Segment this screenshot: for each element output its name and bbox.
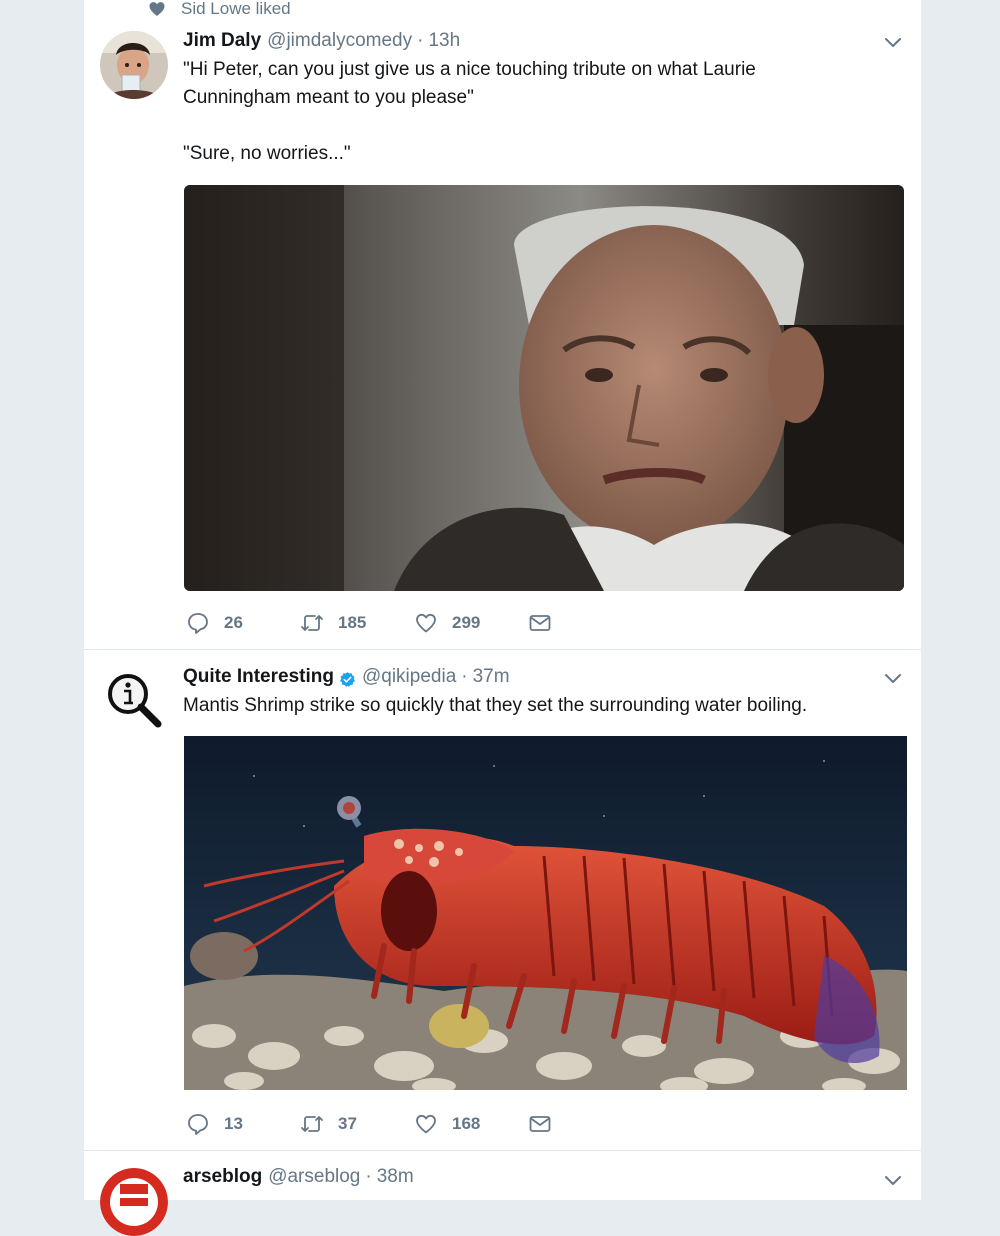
- reply-button[interactable]: 26: [186, 610, 243, 636]
- retweet-button[interactable]: 185: [300, 610, 366, 636]
- social-context-text: Sid Lowe liked: [181, 0, 291, 18]
- magnifier-logo-icon: [100, 666, 168, 734]
- arseblog-logo-icon: [100, 1168, 168, 1236]
- social-context: Sid Lowe liked: [148, 0, 291, 21]
- author-handle[interactable]: @qikipedia: [362, 666, 456, 688]
- heart-icon: [149, 2, 165, 17]
- heart-icon: [416, 613, 436, 633]
- tweet-header: Quite Interesting @qikipedia · 37m: [183, 666, 901, 692]
- divider: [84, 649, 921, 650]
- reply-count: 13: [224, 1114, 243, 1133]
- tweet-text-line: "Sure, no worries...": [183, 143, 351, 164]
- video-still-icon: [184, 185, 904, 591]
- direct-message-button[interactable]: [528, 610, 566, 636]
- reply-count: 26: [224, 613, 243, 632]
- author-name[interactable]: Quite Interesting: [183, 666, 334, 688]
- author-name[interactable]: Jim Daly: [183, 30, 261, 52]
- envelope-icon: [529, 1116, 551, 1132]
- author-handle[interactable]: @jimdalycomedy: [267, 30, 412, 52]
- heart-icon: [416, 1114, 436, 1134]
- separator: ·: [461, 666, 468, 687]
- reply-icon: [188, 613, 208, 634]
- divider: [84, 1150, 921, 1151]
- tweet-text-line: Cunningham meant to you please": [183, 87, 474, 108]
- separator: ·: [417, 30, 424, 51]
- avatar[interactable]: [100, 31, 168, 99]
- retweet-count: 37: [338, 1114, 357, 1133]
- timestamp[interactable]: 37m: [473, 666, 510, 688]
- direct-message-button[interactable]: [528, 1111, 566, 1137]
- retweet-icon: [301, 615, 323, 631]
- separator: ·: [365, 1166, 372, 1187]
- mantis-shrimp-photo-icon: [184, 736, 907, 1090]
- like-count: 168: [452, 1114, 481, 1133]
- tweet-text: "Hi Peter, can you just give us a nice t…: [183, 56, 883, 168]
- tweet-text: Mantis Shrimp strike so quickly that the…: [183, 692, 903, 720]
- chevron-down-icon[interactable]: [883, 1170, 903, 1190]
- chevron-down-icon[interactable]: [883, 32, 903, 52]
- tweet-text-line: "Hi Peter, can you just give us a nice t…: [183, 59, 756, 80]
- reply-button[interactable]: 13: [186, 1111, 243, 1137]
- like-count: 299: [452, 613, 481, 632]
- timestamp[interactable]: 38m: [377, 1166, 414, 1188]
- verified-badge-icon: [340, 671, 355, 687]
- avatar[interactable]: [100, 1168, 168, 1236]
- author-handle[interactable]: @arseblog: [268, 1166, 360, 1188]
- retweet-count: 185: [338, 613, 367, 632]
- tweet-photo[interactable]: [184, 736, 907, 1090]
- avatar[interactable]: [100, 666, 168, 734]
- chevron-down-icon[interactable]: [883, 668, 903, 688]
- like-button[interactable]: 299: [414, 610, 480, 636]
- retweet-button[interactable]: 37: [300, 1111, 357, 1137]
- timeline: Sid Lowe liked Jim Daly @jimdalycomedy ·…: [84, 0, 921, 1236]
- timestamp[interactable]: 13h: [428, 30, 460, 52]
- tweet-header: Jim Daly @jimdalycomedy · 13h: [183, 30, 901, 56]
- tweet-text-line: Mantis Shrimp strike so quickly that the…: [183, 695, 808, 716]
- like-button[interactable]: 168: [414, 1111, 480, 1137]
- reply-icon: [188, 1114, 208, 1135]
- tweet-header: arseblog @arseblog · 38m: [183, 1166, 901, 1192]
- tweet-video[interactable]: [184, 185, 904, 591]
- author-name[interactable]: arseblog: [183, 1166, 262, 1188]
- envelope-icon: [529, 615, 551, 631]
- retweet-icon: [301, 1116, 323, 1132]
